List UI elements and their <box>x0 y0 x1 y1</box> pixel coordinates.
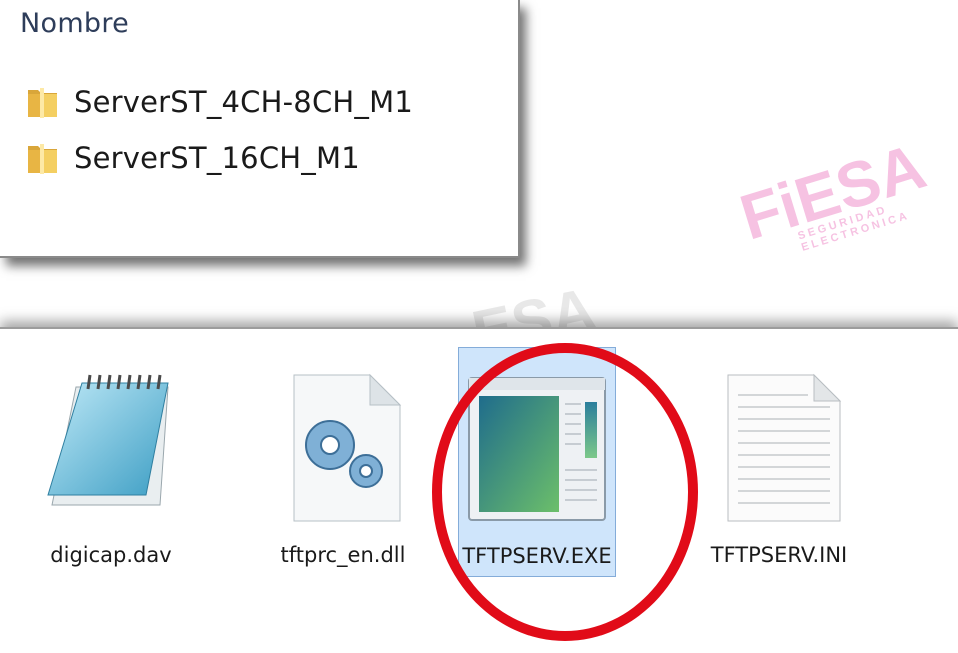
column-header-name[interactable]: Nombre <box>20 8 129 39</box>
file-item-digicap[interactable]: digicap.dav <box>32 347 190 577</box>
red-highlight-circle <box>432 343 698 641</box>
file-name: digicap.dav <box>50 543 172 567</box>
folder-row[interactable]: ServerST_4CH-8CH_M1 <box>26 82 413 122</box>
file-name: TFTPSERV.INI <box>710 543 848 567</box>
text-file-icon <box>727 373 842 522</box>
file-item-tftprc[interactable]: tftprc_en.dll <box>264 347 422 577</box>
folder-icon <box>28 88 57 118</box>
folder-name: ServerST_16CH_M1 <box>74 141 360 175</box>
fiesa-watermark: FiESA SEGURIDAD ELECTRONICA <box>732 129 934 254</box>
dll-gear-icon <box>293 373 402 522</box>
folder-name: ServerST_4CH-8CH_M1 <box>74 85 413 119</box>
file-name: tftprc_en.dll <box>280 543 406 567</box>
folder-icon <box>28 144 57 174</box>
file-item-tftpserv-ini[interactable]: TFTPSERV.INI <box>700 347 858 577</box>
notepad-icon <box>47 374 169 506</box>
folder-row[interactable]: ServerST_16CH_M1 <box>26 138 360 178</box>
explorer-details-panel: Nombre ServerST_4CH-8CH_M1 ServerST_16CH… <box>0 0 520 258</box>
